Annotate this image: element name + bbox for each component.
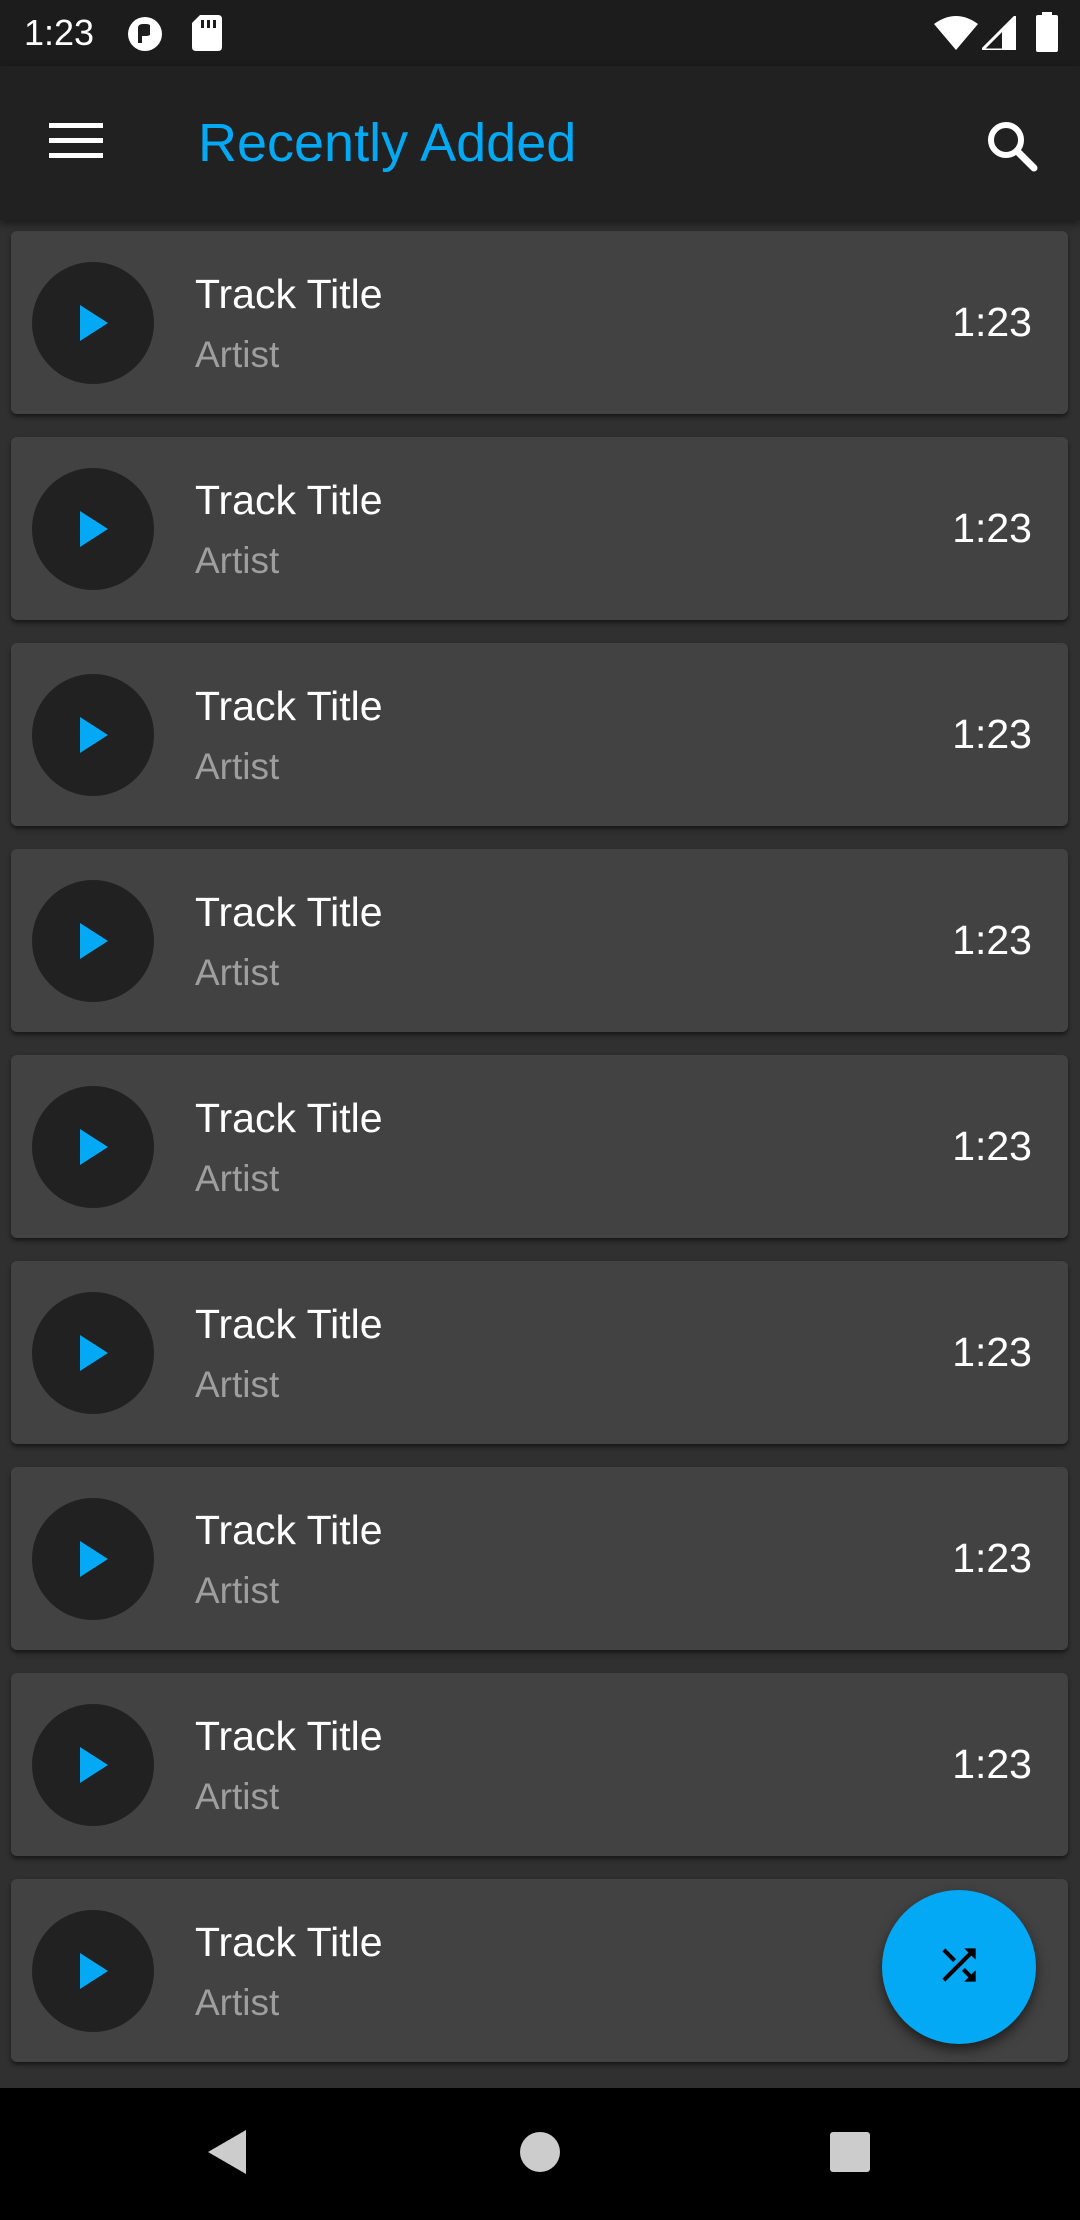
play-icon xyxy=(80,1541,108,1577)
play-button[interactable] xyxy=(32,262,154,384)
play-icon xyxy=(80,305,108,341)
track-duration: 1:23 xyxy=(952,505,1032,551)
back-icon xyxy=(204,2128,248,2181)
play-button[interactable] xyxy=(32,880,154,1002)
play-icon xyxy=(80,717,108,753)
app-bar: Recently Added xyxy=(0,66,1080,220)
play-icon xyxy=(80,923,108,959)
menu-button[interactable] xyxy=(36,113,116,173)
track-title: Track Title xyxy=(195,271,383,317)
track-artist: Artist xyxy=(195,1158,280,1199)
track-artist: Artist xyxy=(195,1776,280,1817)
shuffle-icon xyxy=(934,1940,984,1995)
search-button[interactable] xyxy=(976,112,1048,184)
search-icon xyxy=(986,120,1038,177)
home-button[interactable] xyxy=(504,2124,576,2184)
play-button[interactable] xyxy=(32,468,154,590)
play-button[interactable] xyxy=(32,1086,154,1208)
play-button[interactable] xyxy=(32,1498,154,1620)
hamburger-menu-icon xyxy=(49,122,103,164)
track-list[interactable]: Track Title Artist 1:23 Track Title Arti… xyxy=(0,220,1080,2088)
shuffle-button[interactable] xyxy=(882,1890,1036,2044)
battery-icon xyxy=(1036,12,1058,57)
track-title: Track Title xyxy=(195,683,383,729)
cellular-signal-icon xyxy=(978,12,1018,55)
play-button[interactable] xyxy=(32,1292,154,1414)
track-title: Track Title xyxy=(195,1095,383,1141)
track-card[interactable]: Track Title Artist 1:23 xyxy=(11,1467,1068,1650)
play-icon xyxy=(80,511,108,547)
track-title: Track Title xyxy=(195,477,383,523)
play-button[interactable] xyxy=(32,1704,154,1826)
track-duration: 1:23 xyxy=(952,1329,1032,1375)
track-duration: 1:23 xyxy=(952,1123,1032,1169)
track-duration: 1:23 xyxy=(952,1741,1032,1787)
nav-bar xyxy=(0,2088,1080,2220)
play-button[interactable] xyxy=(32,1910,154,2032)
track-card[interactable]: Track Title Artist 1:23 xyxy=(11,1055,1068,1238)
track-card[interactable]: Track Title Artist 1:23 xyxy=(11,437,1068,620)
track-duration: 1:23 xyxy=(952,917,1032,963)
track-artist: Artist xyxy=(195,334,280,375)
play-icon xyxy=(80,1747,108,1783)
track-artist: Artist xyxy=(195,1364,280,1405)
screen: 1:23 Recently Added Track Title Artist 1… xyxy=(0,0,1080,2220)
play-icon xyxy=(80,1335,108,1371)
page-title: Recently Added xyxy=(198,113,577,173)
track-artist: Artist xyxy=(195,540,280,581)
play-icon xyxy=(80,1953,108,1989)
track-artist: Artist xyxy=(195,1982,280,2023)
play-button[interactable] xyxy=(32,674,154,796)
track-artist: Artist xyxy=(195,1570,280,1611)
track-artist: Artist xyxy=(195,746,280,787)
track-duration: 1:23 xyxy=(952,711,1032,757)
home-icon xyxy=(518,2130,562,2179)
track-card[interactable]: Track Title Artist 1:23 xyxy=(11,849,1068,1032)
track-card[interactable]: Track Title Artist 1:23 xyxy=(11,643,1068,826)
track-title: Track Title xyxy=(195,1301,383,1347)
status-bar: 1:23 xyxy=(0,0,1080,66)
track-title: Track Title xyxy=(195,1713,383,1759)
track-card[interactable]: Track Title Artist 1:23 xyxy=(11,231,1068,414)
wifi-icon xyxy=(934,16,978,55)
track-card[interactable]: Track Title Artist 1:23 xyxy=(11,1261,1068,1444)
track-card[interactable]: Track Title Artist 1:23 xyxy=(11,1673,1068,1856)
track-title: Track Title xyxy=(195,889,383,935)
track-artist: Artist xyxy=(195,952,280,993)
track-duration: 1:23 xyxy=(952,299,1032,345)
recents-icon xyxy=(829,2131,871,2178)
track-title: Track Title xyxy=(195,1507,383,1553)
status-time: 1:23 xyxy=(24,12,95,53)
recents-button[interactable] xyxy=(814,2124,886,2184)
sd-card-icon xyxy=(192,15,222,56)
play-icon xyxy=(80,1129,108,1165)
track-duration: 1:23 xyxy=(952,1535,1032,1581)
track-title: Track Title xyxy=(195,1919,383,1965)
app-notification-icon xyxy=(126,15,166,58)
back-button[interactable] xyxy=(190,2124,262,2184)
